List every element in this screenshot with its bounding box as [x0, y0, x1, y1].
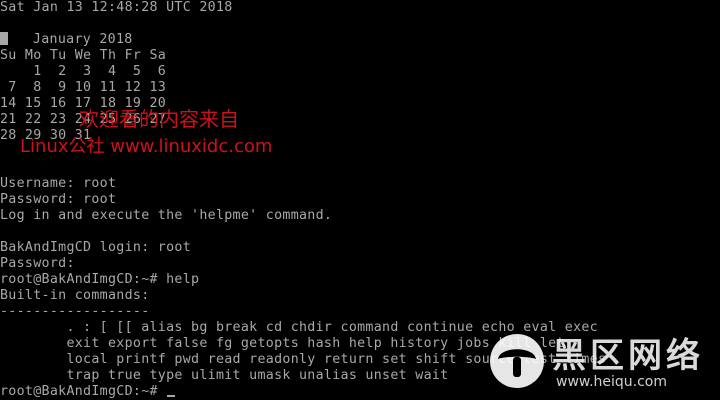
builtin-list-line: exit export false fg getopts hash help h…	[0, 336, 565, 351]
calendar-weekdays: Su Mo Tu We Th Fr Sa	[0, 48, 167, 63]
datetime-line: Sat Jan 13 12:48:28 UTC 2018	[0, 0, 233, 15]
shell-prompt: root@BakAndImgCD:~#	[0, 272, 167, 287]
mushroom-logo-icon	[490, 334, 544, 388]
builtin-list-line: trap true type ulimit umask unalias unse…	[0, 368, 449, 383]
heiqu-watermark-badge: 黑区网络 www.heiqu.com	[488, 326, 720, 400]
builtin-header: Built-in commands:	[0, 288, 150, 303]
shell-prompt: root@BakAndImgCD:~#	[0, 384, 167, 399]
login-line: BakAndImgCD login: root	[0, 240, 192, 255]
separator-line: ------------------	[0, 304, 150, 319]
watermark-site: Linux公社 www.linuxidc.com	[20, 136, 273, 157]
password-line: Password: root	[0, 192, 117, 207]
command-line: root@BakAndImgCD:~# help	[0, 272, 199, 288]
calendar-month-header: January 2018	[0, 32, 133, 48]
badge-url: www.heiqu.com	[556, 374, 668, 390]
text-cursor-icon	[167, 395, 176, 397]
block-cursor-icon	[0, 32, 8, 45]
watermark-caption: 欢迎看的内容来自	[79, 107, 239, 131]
calendar-week: 7 8 9 10 11 12 13	[0, 80, 167, 95]
entered-command: help	[166, 272, 200, 287]
badge-title: 黑区网络	[552, 336, 704, 376]
input-line[interactable]: root@BakAndImgCD:~#	[0, 384, 176, 400]
calendar-week: 1 2 3 4 5 6	[0, 64, 167, 79]
password-prompt: Password:	[0, 256, 75, 271]
instruction-line: Log in and execute the 'helpme' command.	[0, 208, 333, 223]
username-line: Username: root	[0, 176, 117, 191]
